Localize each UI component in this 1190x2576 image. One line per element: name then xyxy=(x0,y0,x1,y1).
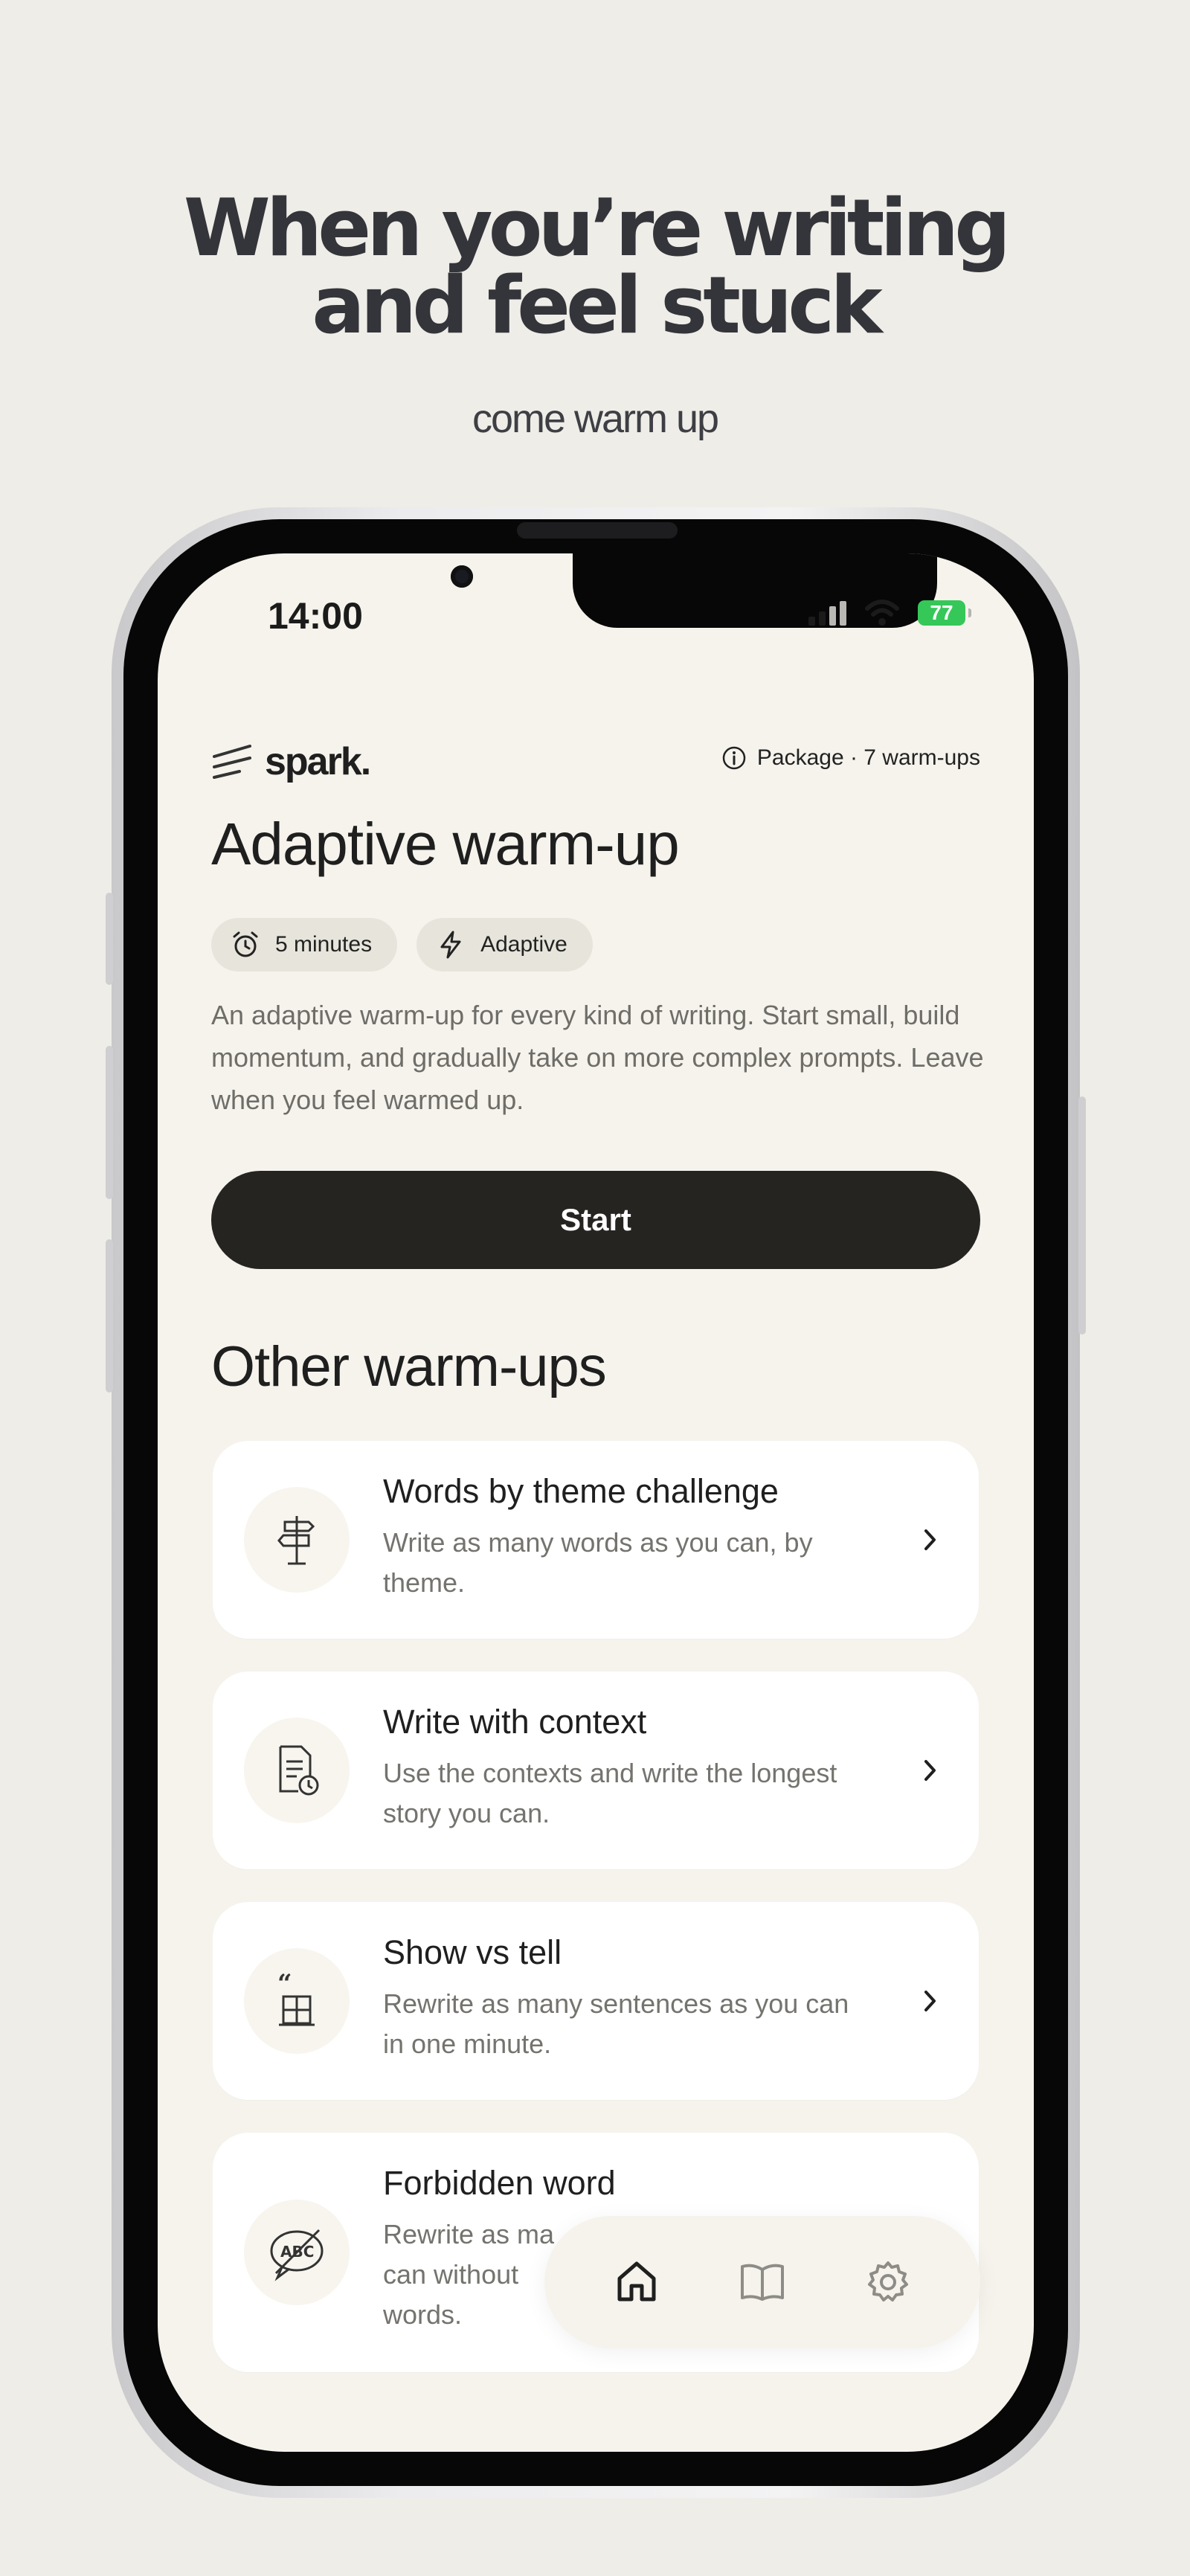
hero-subheadline: come warm up xyxy=(472,396,719,441)
gear-icon xyxy=(867,2261,908,2302)
spark-lines-icon xyxy=(213,745,251,779)
tab-settings[interactable] xyxy=(858,2252,918,2312)
package-info[interactable]: Package · 7 warm-ups xyxy=(721,745,980,771)
warmup-card-write-with-context[interactable]: Write with context Use the contexts and … xyxy=(213,1671,979,1869)
warmup-card-description: Write as many words as you can, by theme… xyxy=(383,1527,813,1598)
front-camera xyxy=(451,565,473,588)
document-clock-icon xyxy=(244,1718,350,1823)
warmup-chips: 5 minutes Adaptive xyxy=(211,918,593,971)
warmup-card-title: Forbidden word xyxy=(383,2164,616,2202)
warmup-card-title: Show vs tell xyxy=(383,1933,562,1971)
warmup-card-description: Use the contexts and write the longest s… xyxy=(383,1758,837,1828)
chevron-right-icon xyxy=(919,1756,942,1785)
duration-chip-label: 5 minutes xyxy=(275,932,373,957)
warmup-card-description: Rewrite as many sentences as you can in … xyxy=(383,1988,849,2059)
quote-window-icon: “ xyxy=(244,1948,350,2054)
warmup-card-title: Write with context xyxy=(383,1703,647,1741)
warmup-card-show-vs-tell[interactable]: “ Show vs tell Rewrite as many sentences… xyxy=(213,1902,979,2100)
chevron-right-icon xyxy=(919,1986,942,2016)
page-title: Adaptive warm-up xyxy=(211,811,680,877)
package-label: Package · 7 warm-ups xyxy=(756,745,980,770)
cellular-signal-icon xyxy=(808,600,846,626)
alarm-clock-icon xyxy=(233,931,258,957)
battery-icon: 77 xyxy=(918,600,971,626)
home-icon xyxy=(617,2261,656,2302)
chevron-right-icon xyxy=(919,1525,942,1555)
phone-mute-switch xyxy=(106,893,113,985)
duration-chip: 5 minutes xyxy=(211,918,398,971)
wifi-icon xyxy=(865,600,899,626)
tab-home[interactable] xyxy=(607,2252,666,2312)
section-title-other-warmups: Other warm-ups xyxy=(211,1335,607,1398)
phone-power-button xyxy=(1078,1096,1086,1334)
brand-logo: spark. xyxy=(211,739,371,784)
phone-screen: 14:00 77 spark. Package · 7 warm-ups Ada… xyxy=(158,553,1034,2452)
lightning-bolt-icon xyxy=(440,931,461,959)
status-icons: 77 xyxy=(808,600,971,626)
brand-name: spark. xyxy=(265,740,371,783)
mode-chip: Adaptive xyxy=(416,918,593,971)
phone-speaker xyxy=(517,522,678,539)
warmup-description: An adaptive warm-up for every kind of wr… xyxy=(211,1000,984,1115)
mode-chip-label: Adaptive xyxy=(480,932,567,957)
hero-headline: When you’re writing and feel stuck xyxy=(0,182,1190,351)
hero-headline-line-2: and feel stuck xyxy=(312,260,882,351)
book-icon xyxy=(740,2264,784,2301)
no-abc-icon: ABC xyxy=(244,2200,350,2305)
info-icon xyxy=(722,746,746,770)
tab-library[interactable] xyxy=(733,2252,792,2312)
phone-volume-down-button xyxy=(106,1239,113,1393)
tab-bar xyxy=(544,2216,980,2348)
svg-text:“: “ xyxy=(277,1971,292,1999)
status-time: 14:00 xyxy=(268,595,363,637)
phone-volume-up-button xyxy=(106,1046,113,1199)
battery-level: 77 xyxy=(930,601,953,624)
warmup-card-title: Words by theme challenge xyxy=(383,1472,779,1510)
warmup-card-words-by-theme[interactable]: Words by theme challenge Write as many w… xyxy=(213,1441,979,1639)
start-button[interactable]: Start xyxy=(211,1171,980,1269)
hero-headline-line-1: When you’re writing xyxy=(183,182,1011,274)
signpost-icon xyxy=(244,1487,350,1593)
